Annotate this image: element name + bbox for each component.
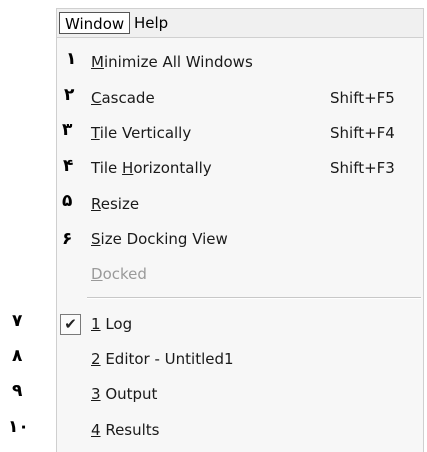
menu-item-tile-vertically[interactable]: Tile Vertically Shift+F4 — [57, 121, 423, 149]
window-list-item-output[interactable]: 3 Output — [57, 382, 423, 410]
menu-item-resize[interactable]: Resize — [57, 192, 423, 220]
mnemonic: D — [91, 265, 103, 283]
menu-item-size-docking-view[interactable]: Size Docking View — [57, 227, 423, 255]
menu-item-shortcut: Shift+F3 — [330, 159, 395, 177]
menu-item-label: Minimize All Windows — [91, 53, 253, 71]
menu-bar: Window Help — [56, 8, 424, 38]
checkmark-icon: ✔ — [60, 314, 81, 335]
menu-item-label: Tile Horizontally — [91, 159, 212, 177]
label-rest: ocked — [102, 265, 147, 283]
window-list-item-log[interactable]: ✔ 1 Log — [57, 312, 423, 340]
menu-item-label: 4 Results — [91, 421, 159, 439]
menu-item-label: Docked — [91, 265, 147, 283]
label-rest: Output — [100, 385, 158, 403]
annotation-number-5: ۵ — [62, 191, 73, 211]
mnemonic: S — [91, 230, 101, 248]
annotation-number-10: ١٠ — [8, 417, 29, 437]
menu-item-minimize-all-windows[interactable]: Minimize All Windows — [57, 50, 423, 78]
menu-item-label: 3 Output — [91, 385, 157, 403]
menu-help[interactable]: Help — [129, 12, 173, 34]
window-menu-dropdown: Minimize All Windows Cascade Shift+F5 Ti… — [56, 38, 424, 452]
mnemonic: T — [91, 124, 100, 142]
screenshot-stage: Window Help Minimize All Windows Cascade… — [0, 0, 427, 452]
annotation-number-6: ۶ — [62, 229, 73, 249]
label-rest: orizontally — [133, 159, 212, 177]
mnemonic: C — [91, 89, 102, 107]
mnemonic: 1 — [91, 315, 101, 333]
label-rest: inimize All Windows — [103, 53, 253, 71]
annotation-number-9: ٩ — [12, 381, 23, 401]
mnemonic: R — [91, 195, 101, 213]
label-rest: Log — [100, 315, 133, 333]
menu-item-label: Size Docking View — [91, 230, 228, 248]
mnemonic: H — [122, 159, 134, 177]
menu-item-label: 1 Log — [91, 315, 132, 333]
label-rest: Tile — [91, 159, 123, 177]
menu-item-docked: Docked — [57, 262, 423, 290]
menu-item-cascade[interactable]: Cascade Shift+F5 — [57, 86, 423, 114]
window-list-item-editor[interactable]: 2 Editor - Untitled1 — [57, 347, 423, 375]
mnemonic: M — [91, 53, 104, 71]
label-rest: Results — [100, 421, 160, 439]
annotation-number-8: ٨ — [12, 346, 23, 366]
menu-item-label: 2 Editor - Untitled1 — [91, 350, 234, 368]
label-rest: Editor - Untitled1 — [100, 350, 234, 368]
menu-item-tile-horizontally[interactable]: Tile Horizontally Shift+F3 — [57, 156, 423, 184]
menu-item-shortcut: Shift+F5 — [330, 89, 395, 107]
annotation-number-7: ٧ — [12, 311, 23, 331]
mnemonic: 3 — [91, 385, 101, 403]
menu-item-label: Tile Vertically — [91, 124, 191, 142]
annotation-number-3: ٣ — [62, 120, 73, 140]
label-rest: ize Docking View — [100, 230, 228, 248]
mnemonic: 4 — [91, 421, 101, 439]
menu-separator — [87, 297, 421, 299]
label-rest: ile Vertically — [99, 124, 192, 142]
label-rest: ascade — [101, 89, 155, 107]
mnemonic: 2 — [91, 350, 101, 368]
menu-window[interactable]: Window — [59, 12, 131, 34]
annotation-number-4: ۴ — [63, 156, 74, 176]
annotation-number-1: ١ — [66, 49, 77, 69]
menu-item-label: Resize — [91, 195, 139, 213]
annotation-number-2: ٢ — [64, 85, 75, 105]
label-rest: esize — [100, 195, 140, 213]
menu-item-shortcut: Shift+F4 — [330, 124, 395, 142]
window-list-item-results[interactable]: 4 Results — [57, 418, 423, 446]
menu-item-label: Cascade — [91, 89, 155, 107]
